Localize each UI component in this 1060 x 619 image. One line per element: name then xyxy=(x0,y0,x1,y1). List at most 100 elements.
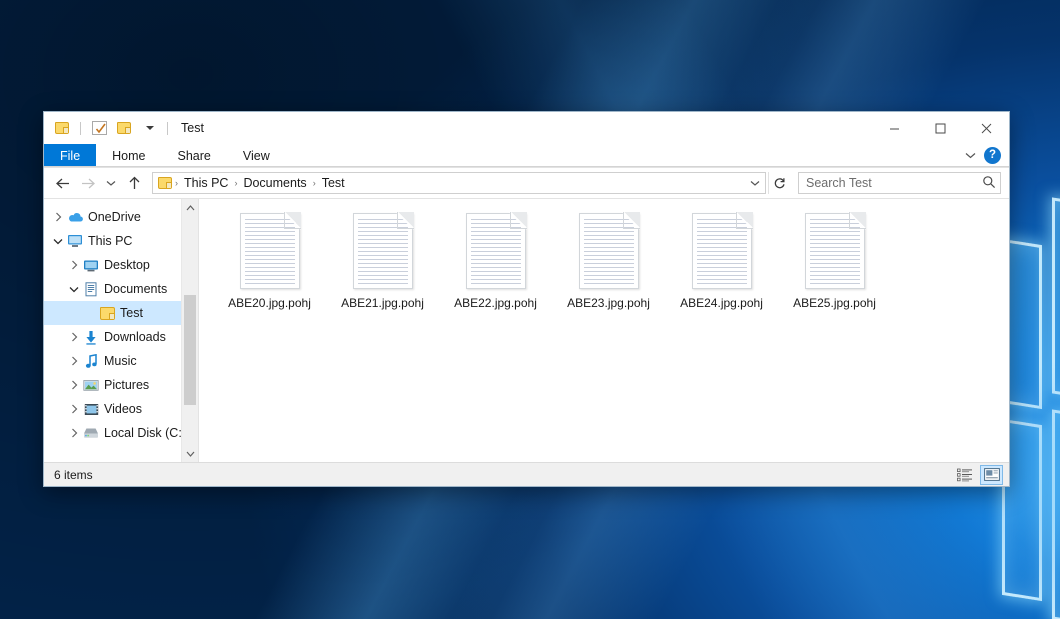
scroll-up-icon[interactable] xyxy=(182,199,198,216)
file-grid: ABE20.jpg.pohj ABE21.jpg.pohj xyxy=(213,209,1009,317)
tab-view[interactable]: View xyxy=(227,144,286,167)
file-item[interactable]: ABE25.jpg.pohj xyxy=(778,209,891,317)
downloads-icon xyxy=(82,329,100,345)
scroll-down-icon[interactable] xyxy=(182,445,198,462)
breadcrumb-item-test[interactable]: Test xyxy=(317,176,350,190)
documents-icon xyxy=(82,281,100,297)
sidebar-item-label: Pictures xyxy=(104,379,149,392)
forward-arrow-icon[interactable] xyxy=(76,171,100,195)
minimize-button[interactable] xyxy=(871,112,917,144)
local-disk-icon xyxy=(82,425,100,441)
chevron-right-icon[interactable] xyxy=(66,397,82,421)
sidebar-item-documents[interactable]: Documents xyxy=(44,277,198,301)
chevron-down-icon[interactable] xyxy=(139,118,159,138)
tab-home[interactable]: Home xyxy=(96,144,161,167)
sidebar-item-music[interactable]: Music xyxy=(44,349,198,373)
file-item[interactable]: ABE22.jpg.pohj xyxy=(439,209,552,317)
sidebar-item-label: Desktop xyxy=(104,259,150,272)
chevron-right-icon[interactable] xyxy=(66,325,82,349)
quick-access-toolbar xyxy=(52,118,171,138)
breadcrumb-item-this-pc[interactable]: This PC xyxy=(179,176,233,190)
breadcrumb-item-documents[interactable]: Documents xyxy=(238,176,311,190)
folder-icon xyxy=(158,177,172,189)
maximize-button[interactable] xyxy=(917,112,963,144)
search-icon[interactable] xyxy=(982,175,996,192)
sidebar-item-label: Test xyxy=(120,307,143,320)
search-input[interactable]: Search Test xyxy=(798,172,1001,194)
sidebar-item-pictures[interactable]: Pictures xyxy=(44,373,198,397)
sidebar-item-this-pc[interactable]: This PC xyxy=(44,229,198,253)
sidebar-item-label: OneDrive xyxy=(88,211,141,224)
toolbar-separator-2 xyxy=(167,122,168,135)
window-title: Test xyxy=(181,121,204,135)
chevron-right-icon[interactable] xyxy=(66,349,82,373)
chevron-down-icon[interactable] xyxy=(962,148,978,164)
chevron-right-icon[interactable] xyxy=(50,205,66,229)
ribbon-tab-strip: File Home Share View ? xyxy=(44,144,1009,168)
sidebar-item-videos[interactable]: Videos xyxy=(44,397,198,421)
sidebar-item-label: Videos xyxy=(104,403,142,416)
folder-tree: OneDrive This PC xyxy=(44,199,198,445)
generic-document-icon xyxy=(692,213,752,289)
window-controls xyxy=(871,112,1009,144)
ribbon-divider xyxy=(44,166,1009,167)
generic-document-icon xyxy=(353,213,413,289)
folder-icon[interactable] xyxy=(52,118,72,138)
close-button[interactable] xyxy=(963,112,1009,144)
tab-share[interactable]: Share xyxy=(162,144,227,167)
status-bar: 6 items xyxy=(44,462,1009,486)
file-name: ABE21.jpg.pohj xyxy=(341,296,424,311)
chevron-right-icon[interactable] xyxy=(66,373,82,397)
sidebar-item-desktop[interactable]: Desktop xyxy=(44,253,198,277)
file-explorer-window: Test File Home Share View xyxy=(43,111,1010,487)
desktop-icon xyxy=(82,257,100,273)
chevron-down-icon[interactable] xyxy=(747,173,763,193)
back-arrow-icon[interactable] xyxy=(50,171,74,195)
properties-icon[interactable] xyxy=(89,118,109,138)
up-arrow-icon[interactable] xyxy=(122,171,146,195)
breadcrumb[interactable]: › This PC › Documents › Test xyxy=(152,172,766,194)
sidebar-item-test[interactable]: Test xyxy=(44,301,198,325)
new-folder-icon[interactable] xyxy=(114,118,134,138)
file-name: ABE23.jpg.pohj xyxy=(567,296,650,311)
details-view-button[interactable] xyxy=(953,465,976,485)
generic-document-icon xyxy=(805,213,865,289)
folder-icon xyxy=(98,305,116,321)
title-bar[interactable]: Test xyxy=(44,112,1009,144)
this-pc-icon xyxy=(66,233,84,249)
file-item[interactable]: ABE23.jpg.pohj xyxy=(552,209,665,317)
generic-document-icon xyxy=(240,213,300,289)
sidebar-item-label: This PC xyxy=(88,235,132,248)
scrollbar-thumb[interactable] xyxy=(184,295,196,405)
onedrive-icon xyxy=(66,209,84,225)
sidebar-item-label: Downloads xyxy=(104,331,166,344)
file-name: ABE24.jpg.pohj xyxy=(680,296,763,311)
chevron-right-icon[interactable] xyxy=(66,421,82,445)
navigation-pane: OneDrive This PC xyxy=(44,199,199,462)
recent-locations-icon[interactable] xyxy=(102,171,120,195)
refresh-icon[interactable] xyxy=(768,172,790,194)
toolbar-separator xyxy=(80,122,81,135)
sidebar-item-downloads[interactable]: Downloads xyxy=(44,325,198,349)
chevron-right-icon[interactable] xyxy=(66,253,82,277)
navigation-scrollbar[interactable] xyxy=(181,199,198,462)
file-item[interactable]: ABE20.jpg.pohj xyxy=(213,209,326,317)
tab-file[interactable]: File xyxy=(44,144,96,167)
tree-spacer xyxy=(82,301,98,325)
desktop: Test File Home Share View xyxy=(0,0,1060,619)
pictures-icon xyxy=(82,377,100,393)
breadcrumb-trail: › This PC › Documents › Test xyxy=(174,176,747,190)
generic-document-icon xyxy=(579,213,639,289)
large-icons-view-button[interactable] xyxy=(980,465,1003,485)
address-bar-row: › This PC › Documents › Test Search xyxy=(44,168,1009,198)
explorer-body: OneDrive This PC xyxy=(44,198,1009,462)
file-list-view[interactable]: ABE20.jpg.pohj ABE21.jpg.pohj xyxy=(199,199,1009,462)
sidebar-item-local-disk-c[interactable]: Local Disk (C:) xyxy=(44,421,198,445)
file-item[interactable]: ABE21.jpg.pohj xyxy=(326,209,439,317)
file-item[interactable]: ABE24.jpg.pohj xyxy=(665,209,778,317)
chevron-down-icon[interactable] xyxy=(66,277,82,301)
file-name: ABE20.jpg.pohj xyxy=(228,296,311,311)
help-icon[interactable]: ? xyxy=(984,147,1001,164)
chevron-down-icon[interactable] xyxy=(50,229,66,253)
sidebar-item-onedrive[interactable]: OneDrive xyxy=(44,205,198,229)
